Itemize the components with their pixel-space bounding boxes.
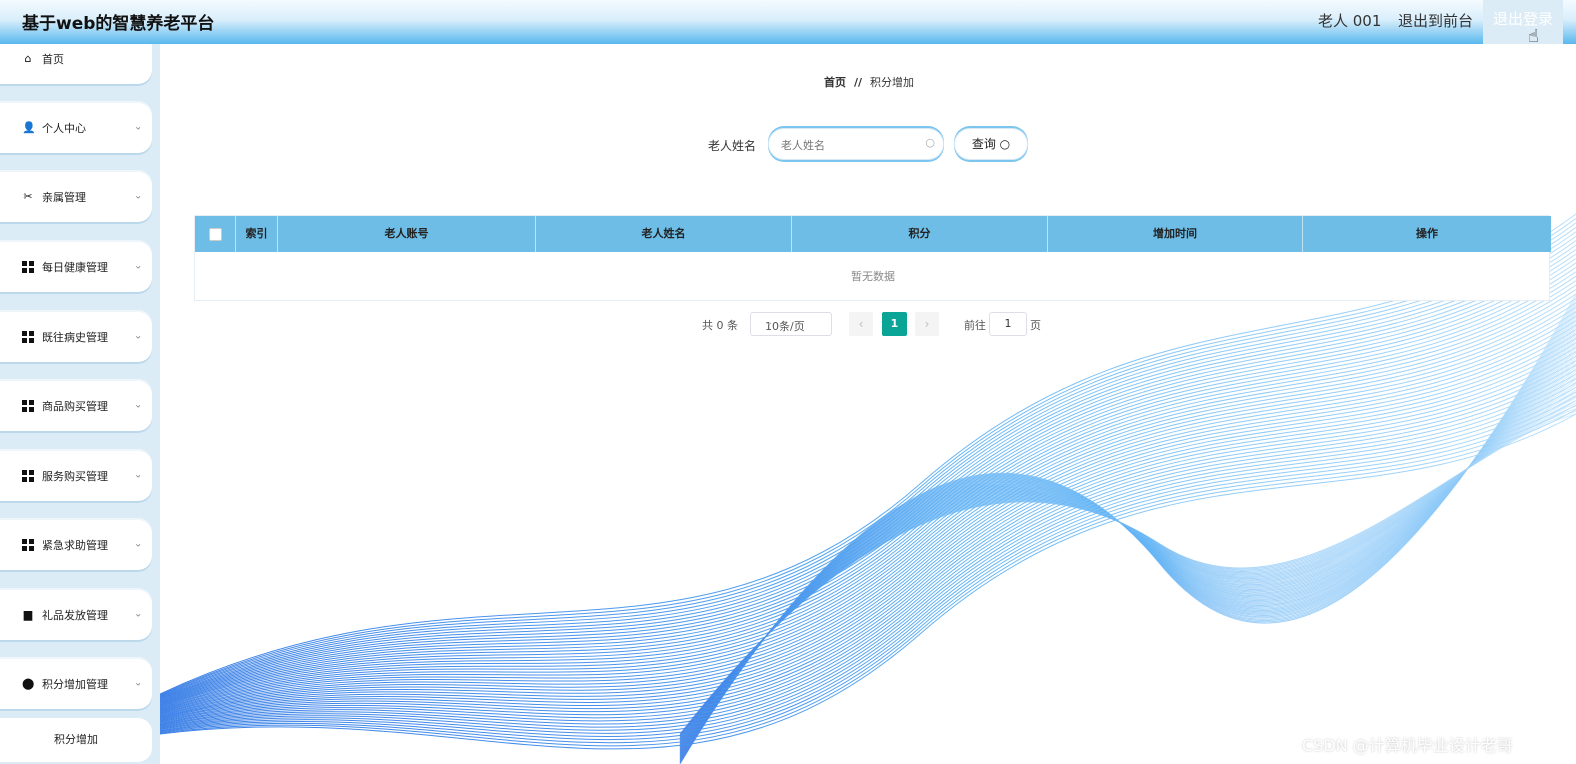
top-header: 基于web的智慧养老平台 老人 001 退出到前台 退出登录 ☝ xyxy=(0,0,1576,47)
sidebar-item-label: 紧急求助管理 xyxy=(42,539,108,552)
breadcrumb: 首页 // 积分增加 xyxy=(824,74,914,90)
current-user: 老人 001 xyxy=(1318,12,1382,30)
goto-page-input[interactable]: 1 xyxy=(989,312,1027,336)
table-header: 索引 老人账号 老人姓名 积分 增加时间 操作 xyxy=(195,216,1551,252)
sidebar-item-emergency[interactable]: 紧急求助管理 ⌄ xyxy=(0,520,152,570)
search-label: 老人姓名 xyxy=(708,139,757,153)
breadcrumb-current: 积分增加 xyxy=(870,76,915,89)
app-title: 基于web的智慧养老平台 xyxy=(22,14,215,34)
sidebar-item-service-purchase[interactable]: 服务购买管理 ⌄ xyxy=(0,451,152,501)
sidebar-item-label: 首页 xyxy=(42,53,64,66)
sidebar: ⌂ 首页 👤 个人中心 ⌄ ✂ 亲属管理 ⌄ 每日健康管理 ⌄ 既往病史管理 ⌄… xyxy=(0,44,160,764)
sidebar-item-goods-purchase[interactable]: 商品购买管理 ⌄ xyxy=(0,381,152,431)
location-icon: ⬤ xyxy=(22,677,35,690)
chevron-down-icon: ⌄ xyxy=(134,677,143,689)
sidebar-subitem-points-add[interactable]: 积分增加 xyxy=(0,718,152,762)
pagination-total: 共 0 条 xyxy=(702,319,738,332)
exit-to-front-link[interactable]: 退出到前台 xyxy=(1398,10,1473,31)
column-header: 索引 xyxy=(236,216,278,252)
page-number-current[interactable]: 1 xyxy=(882,312,907,336)
grid-icon xyxy=(22,261,34,273)
chevron-down-icon: ⌄ xyxy=(134,260,143,272)
gift-icon: ▆ xyxy=(23,608,33,621)
chevron-down-icon: ⌄ xyxy=(134,608,143,620)
chevron-down-icon: ⌄ xyxy=(134,469,143,481)
chevron-down-icon: ⌄ xyxy=(134,399,143,411)
select-all-cell xyxy=(195,216,236,252)
sidebar-item-label: 服务购买管理 xyxy=(42,470,108,483)
column-header: 操作 xyxy=(1416,227,1438,240)
main-content: 首页 // 积分增加 老人姓名 ○ 查询 ○ 索引 老人账号 老人姓名 积分 增加时… xyxy=(160,44,1576,764)
prev-page-button[interactable]: ‹ xyxy=(849,312,873,336)
sidebar-item-gift[interactable]: ▆ 礼品发放管理 ⌄ xyxy=(0,590,152,640)
csdn-watermark: CSDN @计算机毕业设计老哥 xyxy=(1302,736,1513,755)
sidebar-item-family[interactable]: ✂ 亲属管理 ⌄ xyxy=(0,172,152,222)
sidebar-item-label: 既往病史管理 xyxy=(42,331,108,344)
family-icon: ✂ xyxy=(23,190,33,203)
data-table: 索引 老人账号 老人姓名 积分 增加时间 操作 暂无数据 xyxy=(194,215,1551,301)
home-icon: ⌂ xyxy=(24,52,32,65)
page-size-select[interactable]: 10条/页 ⌄ xyxy=(750,312,832,336)
breadcrumb-home[interactable]: 首页 xyxy=(824,76,846,89)
sidebar-item-label: 礼品发放管理 xyxy=(42,609,108,622)
sidebar-item-label: 积分增加管理 xyxy=(42,678,108,691)
next-page-button[interactable]: › xyxy=(915,312,939,336)
sidebar-item-label: 个人中心 xyxy=(42,122,86,135)
sidebar-item-daily-health[interactable]: 每日健康管理 ⌄ xyxy=(0,242,152,292)
query-button[interactable]: 查询 ○ xyxy=(954,128,1028,160)
search-field[interactable]: ○ xyxy=(768,128,944,160)
sidebar-item-label: 亲属管理 xyxy=(42,191,86,204)
search-icon: ○ xyxy=(999,137,1011,151)
chevron-down-icon: ⌄ xyxy=(134,190,143,202)
query-button-label: 查询 xyxy=(971,137,996,151)
grid-icon xyxy=(22,539,34,551)
sidebar-item-home[interactable]: ⌂ 首页 xyxy=(0,44,152,84)
search-input[interactable] xyxy=(779,135,923,155)
column-header: 增加时间 xyxy=(1048,216,1303,252)
sidebar-item-personal[interactable]: 👤 个人中心 ⌄ xyxy=(0,103,152,153)
grid-icon xyxy=(22,331,34,343)
sidebar-item-points[interactable]: ⬤ 积分增加管理 ⌄ xyxy=(0,659,152,709)
search-icon: ○ xyxy=(925,136,935,149)
goto-unit: 页 xyxy=(1030,319,1041,332)
chevron-down-icon: ⌄ xyxy=(765,317,774,328)
column-header: 老人姓名 xyxy=(536,216,792,252)
select-all-checkbox[interactable] xyxy=(209,228,222,241)
column-header: 积分 xyxy=(792,216,1048,252)
grid-icon xyxy=(22,470,34,482)
sidebar-item-label: 商品购买管理 xyxy=(42,400,108,413)
chevron-down-icon: ⌄ xyxy=(134,330,143,342)
sidebar-item-label: 每日健康管理 xyxy=(42,261,108,274)
chevron-down-icon: ⌄ xyxy=(134,538,143,550)
breadcrumb-separator: // xyxy=(854,76,863,89)
user-icon: 👤 xyxy=(22,121,36,134)
column-header: 老人账号 xyxy=(278,216,536,252)
goto-label: 前往 xyxy=(964,319,986,332)
chevron-down-icon: ⌄ xyxy=(134,121,143,133)
empty-message: 暂无数据 xyxy=(851,270,895,283)
sidebar-item-medical-history[interactable]: 既往病史管理 ⌄ xyxy=(0,312,152,362)
grid-icon xyxy=(22,400,34,412)
logout-button[interactable]: 退出登录 xyxy=(1483,0,1563,44)
